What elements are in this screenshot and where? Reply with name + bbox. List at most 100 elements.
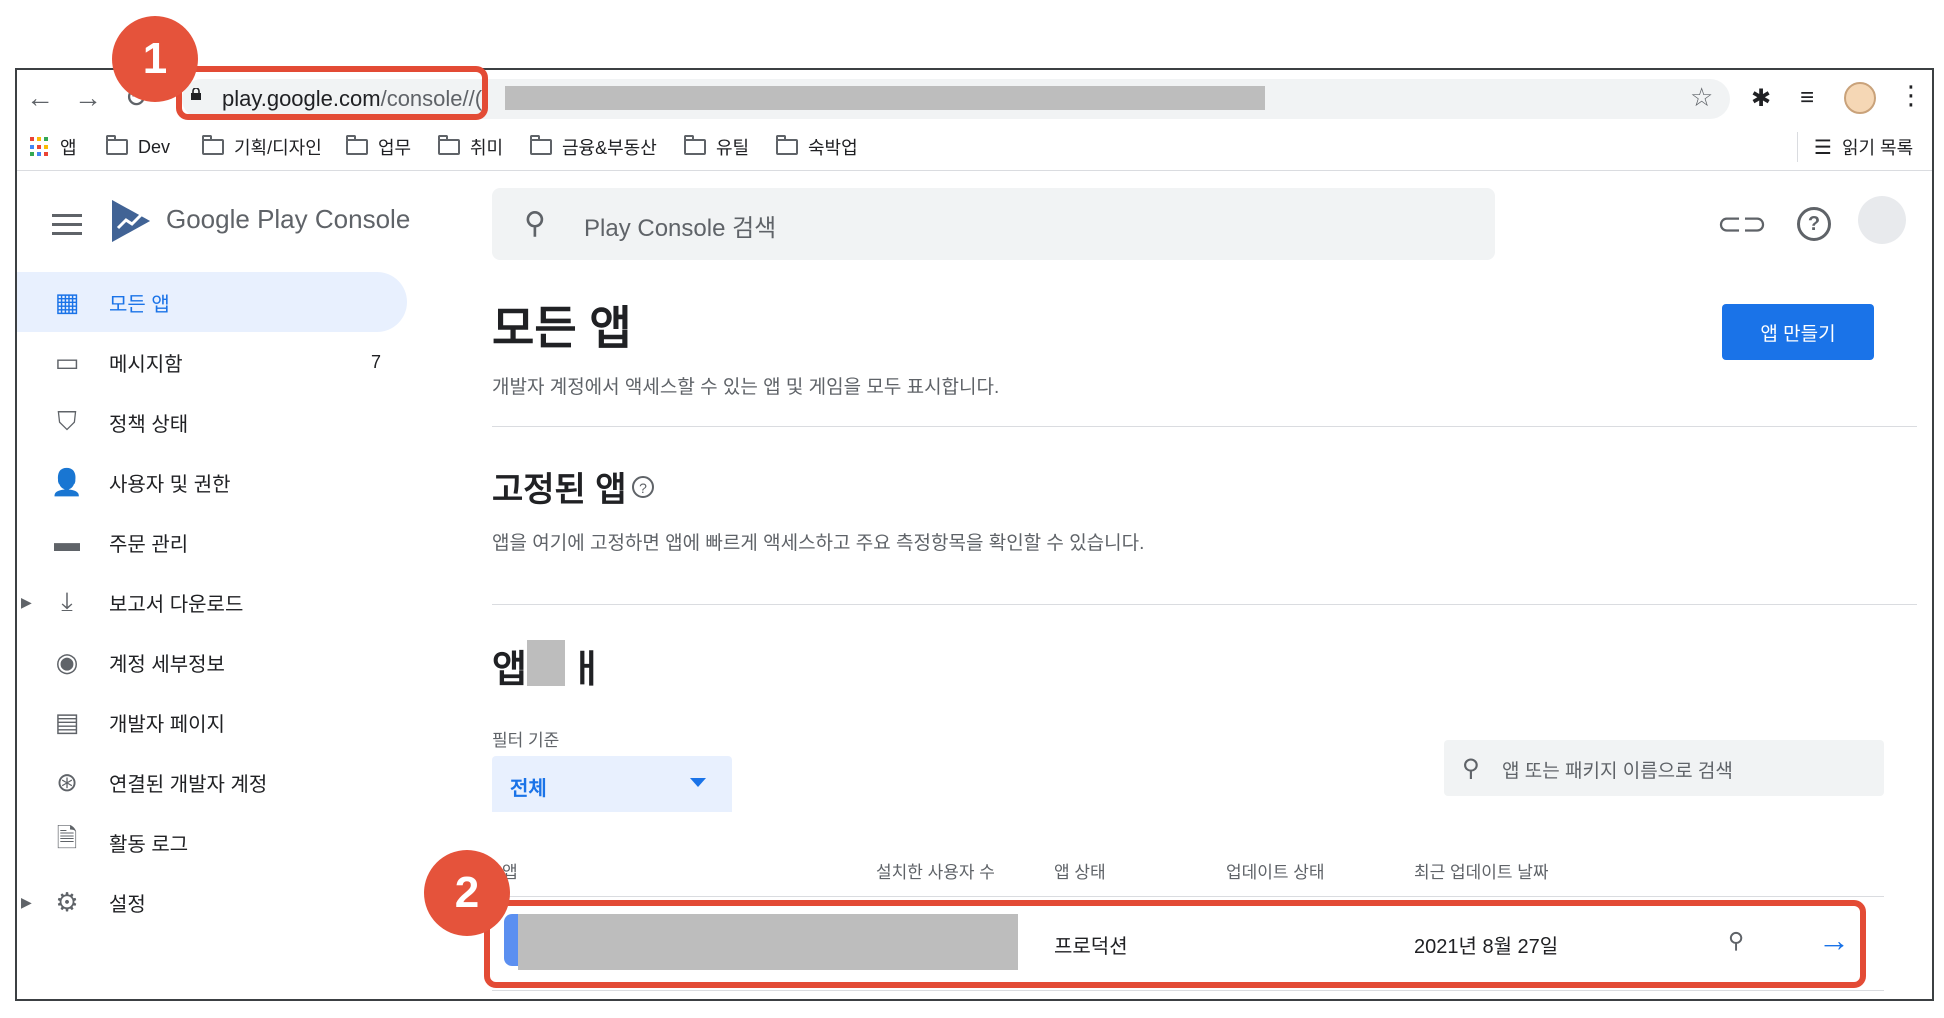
table-header-divider	[492, 896, 1884, 897]
app-logo-text: Google Play Console	[166, 204, 410, 235]
folder-icon	[438, 135, 460, 155]
grid-icon: ▦	[54, 286, 80, 317]
bookmark-folder-hobby[interactable]: 취미	[438, 132, 503, 162]
folder-icon	[530, 135, 552, 155]
logo-console: Console	[314, 204, 411, 234]
sidebar-item-label: 연결된 개발자 계정	[109, 773, 268, 796]
document-icon: 🗎	[56, 823, 78, 853]
inbox-count-badge: 7	[371, 351, 382, 372]
page-title: 모든 앱	[492, 302, 632, 354]
logo-google-play: Google Play	[166, 204, 308, 234]
sidebar-item-label: 정책 상태	[109, 413, 189, 436]
account-avatar[interactable]	[1858, 196, 1906, 244]
bookmark-folder-lodging[interactable]: 숙박업	[776, 132, 858, 162]
reading-list-button[interactable]: ☰ 읽기 목록	[1814, 132, 1913, 162]
forward-icon[interactable]: →	[68, 70, 108, 126]
redacted-title-part	[527, 640, 565, 686]
reading-list-label: 읽기 목록	[1841, 138, 1914, 158]
bookmark-label: 취미	[470, 138, 504, 158]
credit-card-icon: ▬	[54, 526, 80, 557]
column-header-app-status[interactable]: 앱 상태	[1054, 858, 1106, 883]
back-icon[interactable]: ←	[20, 70, 60, 126]
sidebar-item-label: 메시지함	[109, 353, 183, 376]
section-divider	[492, 604, 1917, 605]
bookmark-label: Dev	[138, 136, 171, 157]
folder-icon	[776, 135, 798, 155]
sidebar-item-label: 계정 세부정보	[109, 653, 225, 676]
filter-value: 전체	[510, 778, 547, 800]
dropdown-arrow-icon	[690, 778, 706, 787]
shield-icon: ⛉	[57, 406, 77, 436]
folder-icon	[202, 135, 224, 155]
account-circle-icon: ◉	[55, 646, 79, 677]
menu-icon[interactable]	[52, 214, 82, 241]
bookmark-folder-dev[interactable]: Dev	[106, 132, 170, 162]
extensions-icon[interactable]: ✱	[1744, 84, 1778, 113]
sidebar-item-order-management[interactable]: ▬ 주문 관리	[17, 512, 407, 572]
sidebar-item-label: 개발자 페이지	[109, 713, 225, 736]
bookmark-apps[interactable]: 앱	[30, 132, 77, 162]
play-console-logo	[112, 200, 150, 242]
bookmark-folder-work[interactable]: 업무	[346, 132, 411, 162]
apps-grid-icon	[30, 137, 50, 157]
browser-menu-icon[interactable]: ⋮	[1898, 80, 1924, 111]
browser-profile-avatar[interactable]	[1844, 82, 1876, 114]
sidebar-item-account-details[interactable]: ◉ 계정 세부정보	[17, 632, 407, 692]
column-header-installs[interactable]: 설치한 사용자 수	[876, 858, 995, 883]
sidebar-item-label: 모든 앱	[109, 293, 170, 316]
sidebar-item-all-apps[interactable]: ▦ 모든 앱	[17, 272, 407, 332]
column-header-last-updated[interactable]: 최근 업데이트 날짜	[1414, 858, 1549, 883]
bookmark-folder-design[interactable]: 기획/디자인	[202, 132, 322, 162]
bookmark-label: 숙박업	[808, 138, 858, 158]
sidebar-item-settings[interactable]: ▶ ⚙ 설정	[17, 872, 407, 932]
expand-arrow-icon[interactable]: ▶	[21, 594, 32, 611]
sidebar-item-activity-log[interactable]: 🗎 활동 로그	[17, 812, 407, 872]
create-app-button[interactable]: 앱 만들기	[1722, 304, 1874, 360]
pinned-apps-title: 고정된 앱	[492, 471, 627, 509]
highlight-box-url	[176, 66, 488, 120]
table-row-divider	[492, 990, 1884, 991]
console-search-placeholder: Play Console 검색	[584, 215, 777, 242]
bookmark-label: 기획/디자인	[234, 138, 322, 158]
bookmarks-separator	[1797, 132, 1798, 162]
help-icon[interactable]: ?	[1792, 202, 1836, 246]
help-icon[interactable]: ?	[632, 476, 654, 498]
folder-icon	[684, 135, 706, 155]
media-queue-icon[interactable]: ≡	[1790, 84, 1824, 112]
settings-icon: ⚙	[55, 886, 79, 917]
bookmark-label: 금융&부동산	[562, 138, 657, 158]
bookmark-label: 업무	[378, 138, 412, 158]
sidebar-item-inbox[interactable]: ▭ 메시지함 7	[17, 332, 407, 392]
sidebar-item-label: 설정	[109, 893, 146, 916]
bookmark-star-icon[interactable]: ☆	[1690, 82, 1713, 113]
sidebar-item-users-permissions[interactable]: 👤 사용자 및 권한	[17, 452, 407, 512]
highlight-box-app-row	[484, 900, 1866, 988]
bookmark-folder-util[interactable]: 유틸	[684, 132, 749, 162]
sidebar-item-label: 활동 로그	[109, 833, 189, 856]
annotation-marker: 2	[424, 850, 510, 936]
sidebar-item-policy-status[interactable]: ⛉ 정책 상태	[17, 392, 407, 452]
people-icon: 👤	[50, 466, 84, 497]
expand-arrow-icon[interactable]: ▶	[21, 894, 32, 911]
sidebar-item-label: 주문 관리	[109, 533, 189, 556]
download-icon: ⤓	[61, 586, 73, 616]
column-header-update-status[interactable]: 업데이트 상태	[1226, 858, 1325, 883]
bookmark-label: 앱	[60, 138, 77, 158]
link-icon[interactable]: ⊂⊃	[1717, 202, 1767, 246]
sidebar-item-download-reports[interactable]: ▶ ⤓ 보고서 다운로드	[17, 572, 407, 632]
sidebar-item-developer-page[interactable]: ▤ 개발자 페이지	[17, 692, 407, 752]
annotation-marker: 1	[112, 16, 198, 102]
bookmark-folder-finance[interactable]: 금융&부동산	[530, 132, 657, 162]
web-page-icon: ▤	[54, 706, 80, 737]
bookmark-label: 유틸	[716, 138, 750, 158]
apps-title-start: 앱	[492, 649, 527, 691]
sidebar-item-label: 보고서 다운로드	[109, 593, 244, 616]
search-icon: ⚲	[1462, 755, 1480, 782]
section-divider	[492, 426, 1917, 427]
folder-icon	[106, 135, 128, 155]
inbox-icon: ▭	[54, 346, 80, 377]
redacted-url-part	[505, 86, 1265, 110]
app-search-placeholder: 앱 또는 패키지 이름으로 검색	[1502, 761, 1733, 782]
search-icon: ⚲	[524, 207, 546, 240]
sidebar-item-linked-accounts[interactable]: ⊛ 연결된 개발자 계정	[17, 752, 407, 812]
